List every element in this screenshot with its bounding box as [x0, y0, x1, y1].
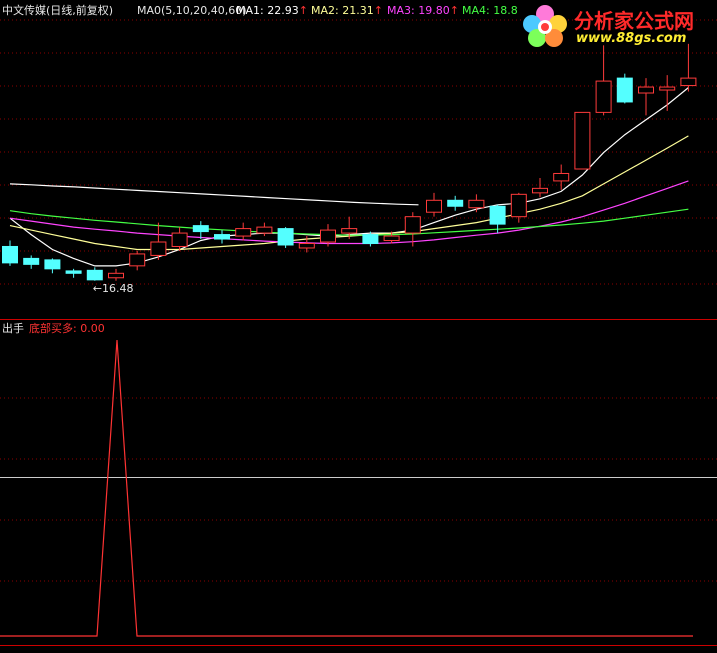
logo-title: 分析家公式网	[574, 9, 694, 33]
candle	[447, 195, 464, 211]
ma3-legend: MA3: 19.80↑	[387, 4, 459, 18]
candle-body	[23, 257, 40, 265]
candle	[468, 194, 485, 213]
candle-body	[44, 259, 61, 270]
up-arrow-icon: ↑	[373, 4, 383, 17]
candle-body	[680, 77, 697, 87]
candle-body	[214, 234, 230, 240]
candle	[2, 240, 18, 266]
candle	[44, 258, 61, 274]
candle-body	[659, 86, 676, 91]
candle	[574, 111, 591, 170]
candle-body	[298, 243, 315, 249]
candle-body	[320, 229, 336, 243]
chart-canvas[interactable]: ←16.48	[0, 0, 717, 649]
site-logo: 分析家公式网 www.88gs.com	[518, 2, 714, 50]
buy-signal-line	[0, 339, 693, 637]
candle-body	[447, 199, 464, 207]
candle	[129, 250, 146, 271]
min-price-annotation: ←16.48	[93, 282, 134, 295]
candle-body	[2, 245, 18, 264]
candle	[553, 164, 570, 190]
candle-body	[235, 228, 252, 237]
ma4-legend: MA4: 18.8	[462, 4, 518, 18]
candle-body	[468, 199, 485, 209]
candle	[23, 255, 40, 269]
candle-body	[383, 235, 400, 242]
candle	[235, 222, 252, 241]
candle	[108, 268, 124, 281]
candle-body	[510, 193, 527, 218]
candle	[680, 43, 697, 92]
candle	[150, 222, 167, 260]
candle	[426, 192, 442, 217]
candle	[65, 268, 82, 278]
up-arrow-icon: ↑	[449, 4, 459, 17]
indicator-value: 底部买多: 0.00	[29, 322, 105, 335]
candle-body	[404, 216, 421, 234]
candle	[277, 227, 294, 248]
candle-body	[426, 199, 442, 213]
candle-body	[553, 172, 570, 182]
candle-body	[277, 228, 294, 246]
candle-body	[65, 270, 82, 274]
candle	[616, 73, 633, 104]
candle-body	[171, 232, 188, 247]
candle-body	[129, 253, 146, 267]
candle-body	[616, 77, 633, 103]
ma0-line	[9, 183, 419, 206]
candle-body	[192, 225, 209, 233]
candle	[532, 177, 548, 198]
flower-logo-icon	[523, 5, 567, 47]
ma-params-label: MA0(5,10,20,40,60)	[137, 4, 247, 17]
candle	[595, 45, 612, 116]
candle-body	[489, 205, 506, 225]
candle	[192, 221, 209, 240]
ma2-legend: MA2: 21.31↑	[311, 4, 383, 18]
candle-body	[341, 228, 358, 234]
candle-body	[532, 187, 548, 194]
candle	[638, 78, 654, 116]
candle-body	[595, 80, 612, 113]
min-price-label: ←16.48	[93, 282, 134, 295]
candle-body	[638, 86, 654, 94]
ma1-value: MA1: 22.93	[236, 4, 299, 17]
candle-body	[256, 226, 273, 234]
stock-chart-window: ←16.48 中文传媒(日线,前复权) MA0(5,10,20,40,60) M…	[0, 0, 717, 649]
indicator-name: 出手	[2, 322, 24, 335]
signal-line	[0, 339, 693, 637]
ma2-value: MA2: 21.31	[311, 4, 374, 17]
grid-lines	[0, 19, 717, 646]
stock-title: 中文传媒(日线,前复权)	[2, 4, 114, 17]
ma1-legend: MA1: 22.93↑	[236, 4, 308, 18]
candle	[86, 267, 103, 281]
candle-body	[362, 234, 379, 244]
ma4-value: MA4: 18.8	[462, 4, 518, 17]
candle-body	[150, 241, 167, 256]
up-arrow-icon: ↑	[298, 4, 308, 17]
candle-body	[574, 111, 591, 170]
candle	[214, 230, 230, 244]
candle	[659, 75, 676, 111]
candle-body	[108, 272, 124, 279]
candle-body	[86, 269, 103, 281]
ma3-value: MA3: 19.80	[387, 4, 450, 17]
logo-url: www.88gs.com	[576, 31, 687, 46]
